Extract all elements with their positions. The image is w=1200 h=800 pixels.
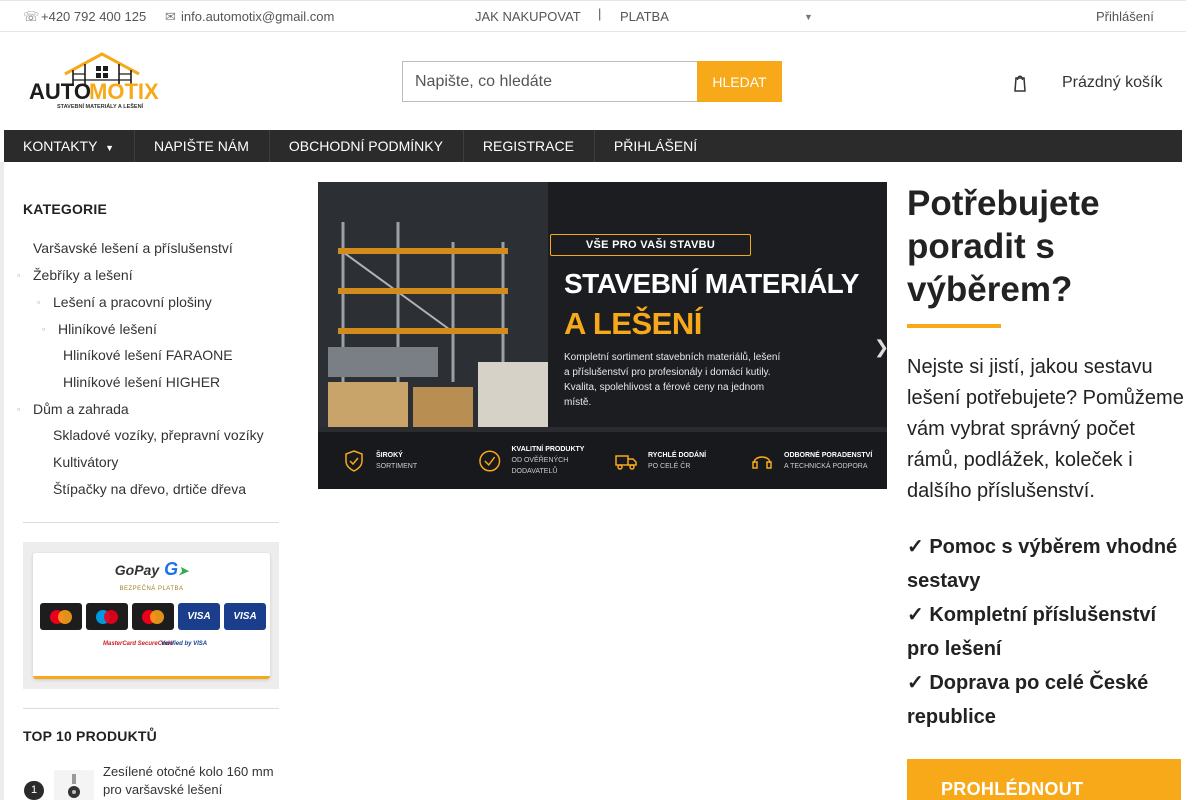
search-form: HLEDAT (402, 61, 782, 102)
shield-check-icon (345, 449, 363, 472)
sidebar-divider (23, 708, 279, 709)
verified-by-visa-label: Verified by VISA (161, 641, 208, 647)
advice-accent-line (907, 324, 1001, 328)
visa-logo: VISA (178, 603, 220, 630)
advice-check-item: ✓ Kompletní příslušenství pro lešení (907, 604, 1157, 660)
nav-item-login[interactable]: PŘIHLÁŠENÍ (595, 130, 717, 162)
login-link[interactable]: Přihlášení (1096, 9, 1154, 24)
category-item[interactable]: Hliníkové lešení FARAONE (63, 347, 233, 363)
category-item[interactable]: Štípačky na dřevo, drtiče dřeva (53, 481, 246, 497)
mastercard-logo (40, 603, 82, 630)
email-address[interactable]: info.automotix@gmail.com (181, 9, 334, 24)
top-products-title: TOP 10 PRODUKTŮ (23, 728, 157, 744)
feature-item: ODBORNÉ PORADENSTVÍ A TECHNICKÁ PODPORA (750, 432, 886, 489)
advice-check-item: ✓ Pomoc s výběrem vhodné sestavy (907, 536, 1178, 592)
banner-headline: STAVEBNÍ MATERIÁLY (564, 268, 859, 299)
nav-item-contacts[interactable]: KONTAKTY ▼ (4, 130, 135, 162)
browse-button[interactable]: PROHLÉDNOUT (907, 759, 1181, 800)
header: AUTO MOTIX STAVEBNÍ MATERIÁLY A LEŠENÍ H… (0, 32, 1186, 130)
hero-banner[interactable]: ❮ ❯ VŠE PRO VAŠI STAVBU STAVEBNÍ MATERIÁ… (318, 182, 887, 489)
cart-icon (1014, 75, 1026, 92)
categories-title: KATEGORIE (23, 201, 107, 217)
bullet-icon: ▫ (42, 324, 46, 334)
top-product-name[interactable]: Zesílené otočné kolo 160 mm pro varšavsk… (103, 763, 283, 799)
chevron-right-icon[interactable]: ❯ (874, 337, 887, 361)
advice-text: Nejste si jistí, jakou sestavu lešení po… (907, 356, 1184, 502)
advice-title: Potřebujete poradit s výběrem? (907, 184, 1100, 309)
cart-label[interactable]: Prázdný košík (1062, 74, 1162, 92)
phone-number[interactable]: +420 792 400 125 (41, 9, 146, 24)
top-product-rank: 1 (24, 781, 44, 800)
headset-icon (752, 455, 772, 469)
visa-electron-logo: VISA (224, 603, 266, 630)
cart[interactable]: Prázdný košík (1010, 72, 1162, 94)
category-item[interactable]: Žebříky a lešení (33, 267, 133, 283)
truck-icon (615, 454, 637, 470)
bullet-icon: ▫ (17, 270, 21, 280)
nav-item-write-us[interactable]: NAPIŠTE NÁM (135, 130, 270, 162)
category-item[interactable]: Dům a zahrada (33, 401, 129, 417)
feature-item: RYCHLÉ DODÁNÍ PO CELÉ ČR (614, 432, 750, 489)
bullet-icon: ▫ (17, 404, 21, 414)
category-item[interactable]: Hliníkové lešení HIGHER (63, 374, 220, 390)
check-circle-icon (479, 449, 501, 472)
secure-payment-label: BEZPEČNÁ PLATBA (119, 586, 184, 592)
topbar-separator: | (598, 6, 602, 21)
how-to-buy-link[interactable]: JAK NAKUPOVAT (475, 9, 581, 24)
gopay-logo: GoPay G➤ (114, 559, 189, 579)
main-nav: KONTAKTY ▼ NAPIŠTE NÁM OBCHODNÍ PODMÍNKY… (4, 130, 1182, 162)
phone-icon: ☏ (23, 9, 40, 24)
automotix-logo[interactable]: AUTO MOTIX STAVEBNÍ MATERIÁLY A LEŠENÍ (27, 52, 177, 110)
banner-headline-accent: A LEŠENÍ (564, 306, 702, 341)
nav-item-registration[interactable]: REGISTRACE (464, 130, 595, 162)
mastercard-electronic-logo (132, 603, 174, 630)
logo-subtitle: STAVEBNÍ MATERIÁLY A LEŠENÍ (57, 102, 144, 110)
category-item[interactable]: Varšavské lešení a příslušenství (33, 240, 233, 256)
category-item[interactable]: Lešení a pracovní plošiny (53, 294, 212, 310)
email-icon: ✉ (165, 9, 176, 24)
feature-item: ŠIROKÝ SORTIMENT (342, 432, 478, 489)
bullet-icon: ▫ (37, 297, 41, 307)
payment-methods-card: GoPay G➤ BEZPEČNÁ PLATBA VISA VISA Maste… (33, 553, 270, 679)
search-input[interactable] (402, 61, 697, 102)
category-item[interactable]: Skladové vozíky, přepravní vozíky (53, 427, 264, 443)
maestro-logo (86, 603, 128, 630)
nav-item-label: KONTAKTY (23, 138, 98, 154)
card-logos: VISA VISA (40, 603, 266, 630)
chevron-left-icon[interactable]: ❮ (318, 337, 328, 361)
top-product-thumbnail[interactable] (54, 770, 94, 800)
logo-text-auto: AUTO (29, 79, 91, 104)
top-bar: ☏ +420 792 400 125 ✉ info.automotix@gmai… (0, 0, 1186, 32)
search-button[interactable]: HLEDAT (697, 61, 782, 102)
chevron-down-icon[interactable]: ▼ (804, 12, 813, 22)
nav-item-terms[interactable]: OBCHODNÍ PODMÍNKY (270, 130, 464, 162)
payment-link[interactable]: PLATBA (620, 9, 669, 24)
banner-tagline: VŠE PRO VAŠI STAVBU (550, 234, 751, 256)
sidebar-divider (23, 522, 279, 523)
advice-check-item: ✓ Doprava po celé České republice (907, 672, 1149, 728)
logo-text-motix: MOTIX (89, 79, 159, 104)
category-item[interactable]: Kultivátory (53, 454, 118, 470)
feature-item: KVALITNÍ PRODUKTY OD OVĚŘENÝCH DODAVATELŮ (478, 432, 614, 489)
banner-description: Kompletní sortiment stavebních materiálů… (564, 352, 781, 408)
chevron-down-icon: ▼ (105, 143, 114, 153)
category-item[interactable]: Hliníkové lešení (58, 321, 157, 337)
banner-features: ŠIROKÝ SORTIMENT KVALITNÍ PRODUKTY OD OVĚŘ… (318, 432, 887, 489)
